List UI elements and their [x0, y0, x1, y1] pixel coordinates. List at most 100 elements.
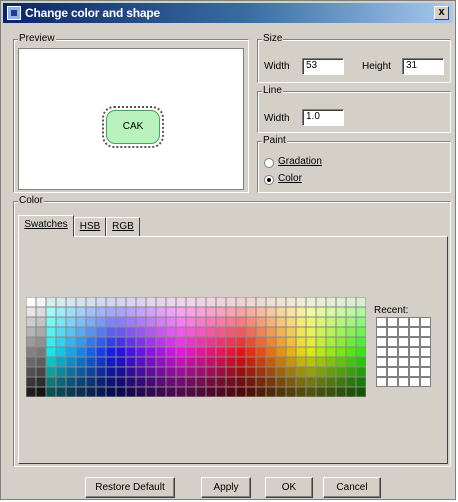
recent-swatch-cell[interactable]	[387, 337, 398, 347]
swatch-cell[interactable]	[266, 347, 276, 357]
swatch-cell[interactable]	[116, 347, 126, 357]
swatch-cell[interactable]	[146, 347, 156, 357]
recent-swatch-cell[interactable]	[387, 377, 398, 387]
swatch-cell[interactable]	[116, 387, 126, 397]
swatch-cell[interactable]	[306, 317, 316, 327]
swatch-cell[interactable]	[306, 377, 316, 387]
swatch-cell[interactable]	[246, 327, 256, 337]
ok-button[interactable]: OK	[265, 477, 313, 498]
recent-swatch-cell[interactable]	[398, 327, 409, 337]
swatch-cell[interactable]	[66, 387, 76, 397]
swatch-cell[interactable]	[246, 357, 256, 367]
swatch-cell[interactable]	[346, 367, 356, 377]
swatch-cell[interactable]	[136, 297, 146, 307]
swatch-cell[interactable]	[276, 387, 286, 397]
swatch-cell[interactable]	[86, 327, 96, 337]
recent-swatch-cell[interactable]	[409, 367, 420, 377]
swatch-cell[interactable]	[256, 297, 266, 307]
swatch-cell[interactable]	[316, 347, 326, 357]
swatch-cell[interactable]	[116, 307, 126, 317]
swatch-cell[interactable]	[306, 347, 316, 357]
swatch-cell[interactable]	[26, 327, 36, 337]
swatch-cell[interactable]	[166, 317, 176, 327]
swatch-cell[interactable]	[216, 387, 226, 397]
swatch-cell[interactable]	[76, 357, 86, 367]
recent-swatch-cell[interactable]	[387, 347, 398, 357]
swatch-cell[interactable]	[316, 317, 326, 327]
swatch-cell[interactable]	[76, 317, 86, 327]
swatch-cell[interactable]	[246, 387, 256, 397]
swatch-cell[interactable]	[126, 367, 136, 377]
recent-swatch-cell[interactable]	[409, 317, 420, 327]
swatch-cell[interactable]	[296, 367, 306, 377]
swatch-cell[interactable]	[356, 307, 366, 317]
swatch-cell[interactable]	[36, 317, 46, 327]
swatch-cell[interactable]	[36, 307, 46, 317]
swatch-cell[interactable]	[96, 357, 106, 367]
swatch-cell[interactable]	[266, 307, 276, 317]
swatch-cell[interactable]	[336, 357, 346, 367]
swatch-cell[interactable]	[226, 317, 236, 327]
swatch-cell[interactable]	[246, 377, 256, 387]
swatch-cell[interactable]	[26, 347, 36, 357]
swatch-cell[interactable]	[106, 377, 116, 387]
recent-swatch-cell[interactable]	[376, 337, 387, 347]
swatch-cell[interactable]	[126, 307, 136, 317]
swatch-cell[interactable]	[36, 327, 46, 337]
swatch-cell[interactable]	[76, 327, 86, 337]
swatch-cell[interactable]	[106, 317, 116, 327]
swatch-cell[interactable]	[206, 367, 216, 377]
swatch-cell[interactable]	[236, 337, 246, 347]
swatch-cell[interactable]	[336, 307, 346, 317]
swatch-cell[interactable]	[56, 297, 66, 307]
swatch-cell[interactable]	[86, 337, 96, 347]
swatch-cell[interactable]	[116, 357, 126, 367]
swatch-cell[interactable]	[206, 387, 216, 397]
recent-swatch-cell[interactable]	[420, 347, 431, 357]
swatch-cell[interactable]	[316, 357, 326, 367]
swatch-cell[interactable]	[356, 357, 366, 367]
recent-swatch-cell[interactable]	[398, 337, 409, 347]
swatch-cell[interactable]	[346, 317, 356, 327]
swatch-cell[interactable]	[56, 387, 66, 397]
apply-button[interactable]: Apply	[201, 477, 251, 498]
swatch-cell[interactable]	[296, 357, 306, 367]
recent-swatch-cell[interactable]	[409, 357, 420, 367]
swatch-cell[interactable]	[36, 347, 46, 357]
swatch-cell[interactable]	[246, 337, 256, 347]
swatch-cell[interactable]	[286, 297, 296, 307]
swatch-cell[interactable]	[166, 307, 176, 317]
swatch-cell[interactable]	[356, 367, 366, 377]
swatch-cell[interactable]	[216, 317, 226, 327]
swatch-cell[interactable]	[276, 307, 286, 317]
swatch-cell[interactable]	[266, 357, 276, 367]
swatch-cell[interactable]	[156, 327, 166, 337]
swatch-cell[interactable]	[186, 347, 196, 357]
swatch-cell[interactable]	[296, 297, 306, 307]
swatch-cell[interactable]	[76, 377, 86, 387]
recent-swatch-cell[interactable]	[398, 347, 409, 357]
swatch-cell[interactable]	[336, 297, 346, 307]
swatch-cell[interactable]	[306, 327, 316, 337]
swatch-cell[interactable]	[216, 347, 226, 357]
recent-swatch-cell[interactable]	[387, 357, 398, 367]
swatch-cell[interactable]	[296, 337, 306, 347]
swatch-cell[interactable]	[316, 327, 326, 337]
swatch-cell[interactable]	[116, 317, 126, 327]
swatch-cell[interactable]	[76, 387, 86, 397]
tab-rgb[interactable]: RGB	[106, 217, 140, 237]
swatch-cell[interactable]	[116, 367, 126, 377]
swatch-cell[interactable]	[346, 307, 356, 317]
swatch-cell[interactable]	[286, 307, 296, 317]
recent-swatch-cell[interactable]	[409, 337, 420, 347]
swatch-cell[interactable]	[346, 377, 356, 387]
swatch-cell[interactable]	[146, 337, 156, 347]
swatch-cell[interactable]	[226, 387, 236, 397]
swatch-cell[interactable]	[196, 317, 206, 327]
swatch-cell[interactable]	[96, 367, 106, 377]
recent-swatch-cell[interactable]	[376, 327, 387, 337]
swatch-cell[interactable]	[66, 307, 76, 317]
swatch-cell[interactable]	[286, 387, 296, 397]
swatch-cell[interactable]	[186, 367, 196, 377]
swatch-cell[interactable]	[96, 347, 106, 357]
